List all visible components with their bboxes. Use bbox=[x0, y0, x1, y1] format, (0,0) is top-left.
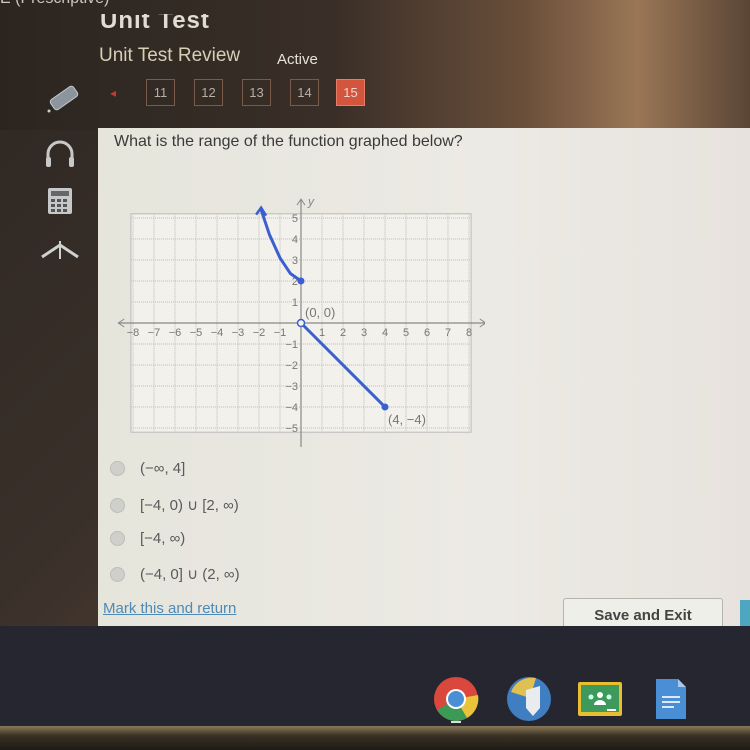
google-classroom-icon bbox=[578, 682, 622, 716]
x-tick-label: −6 bbox=[169, 327, 182, 339]
radio-button[interactable] bbox=[110, 461, 125, 476]
classroom-app[interactable] bbox=[577, 676, 623, 722]
status-label: Active bbox=[277, 51, 318, 68]
open-point-0-0 bbox=[296, 318, 306, 328]
shield-icon bbox=[507, 677, 551, 721]
calculator-icon bbox=[48, 188, 72, 214]
x-tick-label: −3 bbox=[232, 327, 245, 339]
headphones-icon bbox=[46, 140, 74, 167]
y-tick-label: −1 bbox=[285, 339, 298, 351]
y-tick-label: 5 bbox=[292, 213, 298, 225]
chrome-icon bbox=[434, 677, 479, 721]
y-axis-label: y bbox=[307, 194, 315, 208]
y-tick-label: 4 bbox=[292, 234, 298, 246]
taskbar bbox=[0, 626, 750, 726]
x-tick-label: 4 bbox=[382, 327, 388, 339]
headphones-tool-button[interactable] bbox=[40, 137, 80, 171]
y-tick-label: 1 bbox=[292, 297, 298, 309]
y-tick-label: −5 bbox=[285, 423, 298, 435]
pencil-tool-button[interactable] bbox=[40, 82, 80, 116]
radio-button[interactable] bbox=[110, 531, 125, 546]
x-tick-label: 6 bbox=[424, 327, 430, 339]
y-tick-label: −3 bbox=[285, 381, 298, 393]
closed-point-0-2 bbox=[297, 277, 305, 285]
pencil-icon bbox=[47, 85, 79, 113]
answer-option-1[interactable]: (−∞, 4] bbox=[110, 460, 185, 477]
function-graph: xy−8−7−6−5−4−3−2−11234567854321−1−2−3−4−… bbox=[117, 194, 485, 447]
answer-option-2[interactable]: [−4, 0) ∪ [2, ∞) bbox=[110, 496, 239, 514]
x-tick-label: −1 bbox=[274, 327, 287, 339]
prev-question-button[interactable]: ◂ bbox=[110, 86, 116, 100]
annotation-endpoint: (4, −4) bbox=[388, 412, 426, 427]
x-tick-label: 7 bbox=[445, 327, 451, 339]
x-tick-label: −8 bbox=[127, 327, 140, 339]
question-nav-13[interactable]: 13 bbox=[242, 79, 271, 106]
x-tick-label: 3 bbox=[361, 327, 367, 339]
radio-button[interactable] bbox=[110, 566, 125, 582]
x-tick-label: −7 bbox=[148, 327, 161, 339]
reference-arrow-icon bbox=[41, 241, 79, 259]
screen-bezel bbox=[0, 726, 750, 750]
question-nav-15-current[interactable]: 15 bbox=[336, 79, 365, 106]
option-label: (−∞, 4] bbox=[140, 460, 186, 477]
docs-app[interactable] bbox=[652, 676, 698, 722]
y-tick-label: 3 bbox=[292, 255, 298, 267]
calculator-tool-button[interactable] bbox=[40, 185, 80, 219]
annotation-origin: (0, 0) bbox=[305, 305, 335, 320]
question-nav-11[interactable]: 11 bbox=[146, 79, 175, 106]
question-prompt: What is the range of the function graphe… bbox=[114, 133, 463, 150]
google-docs-icon bbox=[656, 679, 686, 719]
chrome-active-indicator bbox=[451, 721, 461, 723]
radio-button[interactable] bbox=[110, 497, 125, 513]
closed-point-4-neg4 bbox=[381, 403, 389, 411]
question-nav-14[interactable]: 14 bbox=[290, 79, 319, 106]
mark-and-return-link[interactable]: Mark this and return bbox=[103, 600, 236, 617]
course-title: Unit Test bbox=[100, 14, 210, 34]
breadcrumb: E (Prescriptive) bbox=[0, 0, 109, 8]
x-tick-label: 5 bbox=[403, 327, 409, 339]
assignment-title: Unit Test Review bbox=[99, 45, 241, 66]
y-tick-label: −2 bbox=[285, 360, 298, 372]
answer-option-4[interactable]: (−4, 0] ∪ (2, ∞) bbox=[110, 565, 240, 583]
x-tick-label: 2 bbox=[340, 327, 346, 339]
y-tick-label: −4 bbox=[285, 402, 298, 414]
security-app[interactable] bbox=[506, 676, 552, 722]
answer-option-3[interactable]: [−4, ∞) bbox=[110, 530, 185, 547]
option-label: [−4, ∞) bbox=[140, 530, 186, 547]
reference-tool-button[interactable] bbox=[40, 235, 80, 269]
option-label: [−4, 0) ∪ [2, ∞) bbox=[140, 497, 239, 514]
option-label: (−4, 0] ∪ (2, ∞) bbox=[140, 566, 240, 583]
x-tick-label: 8 bbox=[466, 327, 472, 339]
question-nav-12[interactable]: 12 bbox=[194, 79, 223, 106]
x-tick-label: −2 bbox=[253, 327, 266, 339]
x-tick-label: 1 bbox=[319, 327, 325, 339]
chrome-app[interactable] bbox=[433, 676, 479, 722]
x-tick-label: −5 bbox=[190, 327, 203, 339]
x-tick-label: −4 bbox=[211, 327, 224, 339]
